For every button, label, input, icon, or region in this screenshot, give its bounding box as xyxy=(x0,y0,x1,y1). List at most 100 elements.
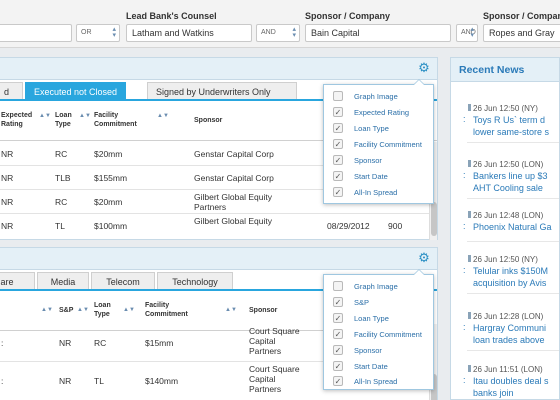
sort-icon[interactable]: ▲▼ xyxy=(39,112,51,121)
divider xyxy=(467,198,559,199)
flag-icon xyxy=(468,160,471,167)
col-loan-type[interactable]: Loan Type xyxy=(55,111,79,129)
news-header: Recent News xyxy=(451,58,559,82)
gear-icon[interactable]: ⚙ xyxy=(417,251,431,265)
tab-closed[interactable]: d xyxy=(0,82,23,100)
column-option[interactable]: Graph Image xyxy=(330,89,430,103)
column-option[interactable]: ✓ Expected Rating xyxy=(330,105,430,119)
column-option[interactable]: ✓ Start Date xyxy=(330,359,430,373)
lead-bank-field[interactable]: Latham and Watkins xyxy=(126,24,252,42)
bullet-icon: : xyxy=(463,170,466,180)
filter-bar: OR ▴ ▾ Lead Bank's Counsel Latham and Wat… xyxy=(0,0,560,48)
tab-signed-by-underwriters[interactable]: Signed by Underwriters Only xyxy=(147,82,297,100)
bullet-icon: : xyxy=(463,322,466,332)
column-chooser-top: Graph Image ✓ Expected Rating ✓ Loan Type … xyxy=(323,79,434,204)
checkbox[interactable]: ✓ xyxy=(333,313,343,323)
sponsor2-field[interactable]: Ropes and Gray xyxy=(483,24,560,42)
flag-icon xyxy=(468,104,471,111)
checkbox[interactable]: ✓ xyxy=(333,376,343,386)
scrollbar-thumb[interactable] xyxy=(431,202,437,236)
checkbox[interactable]: ✓ xyxy=(333,123,343,133)
column-option[interactable]: ✓ Start Date xyxy=(330,169,430,183)
checkbox[interactable]: ✓ xyxy=(333,139,343,149)
news-link[interactable]: Bankers line up $3 AHT Cooling sale xyxy=(473,170,548,194)
column-option[interactable]: ✓ Loan Type xyxy=(330,121,430,135)
news-item[interactable]: 26 Jun 11:51 (LON) : Itau doubles deal s… xyxy=(451,365,559,400)
col-loan-type[interactable]: Loan Type xyxy=(94,301,118,319)
flag-icon xyxy=(468,365,471,372)
filter-operator-2[interactable]: AND ▴ ▾ xyxy=(256,24,300,42)
col-facility-commitment[interactable]: Facility Commitment xyxy=(145,301,205,319)
tab-executed-not-closed[interactable]: Executed not Closed xyxy=(25,82,127,100)
recent-news-panel: Recent News 26 Jun 12:50 (NY) : Toys R U… xyxy=(450,57,560,400)
news-item[interactable]: 26 Jun 12:28 (LON) : Hargray Communi loan… xyxy=(451,312,559,360)
news-item[interactable]: 26 Jun 12:50 (NY) : Telular inks $150M ac… xyxy=(451,255,559,303)
column-chooser-bottom: Graph Image ✓ S&P ✓ Loan Type ✓ Facility Co… xyxy=(323,269,434,390)
sort-icon[interactable]: ▲▼ xyxy=(79,112,91,121)
checkbox[interactable] xyxy=(333,91,343,101)
col-expected-rating[interactable]: Expected Rating xyxy=(1,111,35,129)
column-option[interactable]: ✓ S&P xyxy=(330,295,430,309)
column-option[interactable]: ✓ Facility Commitment xyxy=(330,137,430,151)
sort-icon[interactable]: ▲▼ xyxy=(123,306,135,315)
tab-technology[interactable]: Technology xyxy=(157,272,233,290)
column-option[interactable]: Graph Image xyxy=(330,279,430,293)
sort-icon[interactable]: ▲▼ xyxy=(41,306,53,315)
news-link[interactable]: Itau doubles deal s banks join xyxy=(473,375,549,399)
news-link[interactable]: Hargray Communi loan trades above xyxy=(473,322,546,346)
sponsor-field[interactable]: Bain Capital xyxy=(305,24,451,42)
news-link[interactable]: Telular inks $150M acquisition by Avis xyxy=(473,265,548,289)
gear-icon[interactable]: ⚙ xyxy=(417,61,431,75)
column-option[interactable]: ✓ Sponsor xyxy=(330,153,430,167)
flag-icon xyxy=(468,312,471,319)
panel-header: ⚙ xyxy=(0,248,437,270)
column-option[interactable]: ✓ Sponsor xyxy=(330,343,430,357)
flag-icon xyxy=(468,255,471,262)
news-item[interactable]: 26 Jun 12:48 (LON) : Phoenix Natural Ga xyxy=(451,211,559,259)
select-arrows-icon: ▴ ▾ xyxy=(292,26,296,39)
select-arrows-icon: ▴ ▾ xyxy=(470,26,474,39)
checkbox[interactable]: ✓ xyxy=(333,187,343,197)
checkbox[interactable]: ✓ xyxy=(333,361,343,371)
news-link[interactable]: Phoenix Natural Ga xyxy=(473,221,552,233)
sponsor2-label: Sponsor / Company xyxy=(483,11,560,21)
news-item[interactable]: 26 Jun 12:50 (NY) : Toys R Us` term d low… xyxy=(451,104,559,152)
divider xyxy=(467,241,559,242)
tab-care[interactable]: Care xyxy=(0,272,35,290)
col-facility-commitment[interactable]: Facility Commitment xyxy=(94,111,154,129)
news-item[interactable]: 26 Jun 12:50 (LON) : Bankers line up $3 A… xyxy=(451,160,559,208)
col-sponsor[interactable]: Sponsor xyxy=(249,306,277,315)
filter-operator-3[interactable]: AND ▴ ▾ xyxy=(456,24,478,42)
flag-icon xyxy=(468,211,471,218)
news-title: Recent News xyxy=(459,64,525,76)
col-sponsor[interactable]: Sponsor xyxy=(194,116,222,125)
checkbox[interactable]: ✓ xyxy=(333,171,343,181)
column-option[interactable]: ✓ Loan Type xyxy=(330,311,430,325)
col-sp[interactable]: S&P xyxy=(59,306,73,315)
bullet-icon: : xyxy=(463,265,466,275)
column-option[interactable]: ✓ Facility Commitment xyxy=(330,327,430,341)
lead-bank-label: Lead Bank's Counsel xyxy=(126,11,217,21)
divider xyxy=(467,293,559,294)
bullet-icon: : xyxy=(463,221,466,231)
checkbox[interactable]: ✓ xyxy=(333,107,343,117)
checkbox[interactable] xyxy=(333,281,343,291)
news-link[interactable]: Toys R Us` term d lower same-store s xyxy=(473,114,549,138)
checkbox[interactable]: ✓ xyxy=(333,155,343,165)
column-option[interactable]: ✓ All-In Spread xyxy=(330,374,430,388)
tab-telecom[interactable]: Telecom xyxy=(91,272,155,290)
sort-icon[interactable]: ▲▼ xyxy=(77,306,89,315)
checkbox[interactable]: ✓ xyxy=(333,329,343,339)
bullet-icon: : xyxy=(463,375,466,385)
select-arrows-icon: ▴ ▾ xyxy=(112,26,116,39)
filter-field-partial[interactable] xyxy=(0,24,72,42)
sort-icon[interactable]: ▲▼ xyxy=(157,112,169,121)
table-row[interactable]: NR TL $100mm Gilbert Global Equity 08/29… xyxy=(0,214,437,238)
panel-header: ⚙ xyxy=(0,58,437,80)
checkbox[interactable]: ✓ xyxy=(333,297,343,307)
column-option[interactable]: ✓ All-In Spread xyxy=(330,185,430,199)
checkbox[interactable]: ✓ xyxy=(333,345,343,355)
sort-icon[interactable]: ▲▼ xyxy=(225,306,237,315)
tab-media[interactable]: Media xyxy=(37,272,89,290)
filter-operator-1[interactable]: OR ▴ ▾ xyxy=(76,24,120,42)
